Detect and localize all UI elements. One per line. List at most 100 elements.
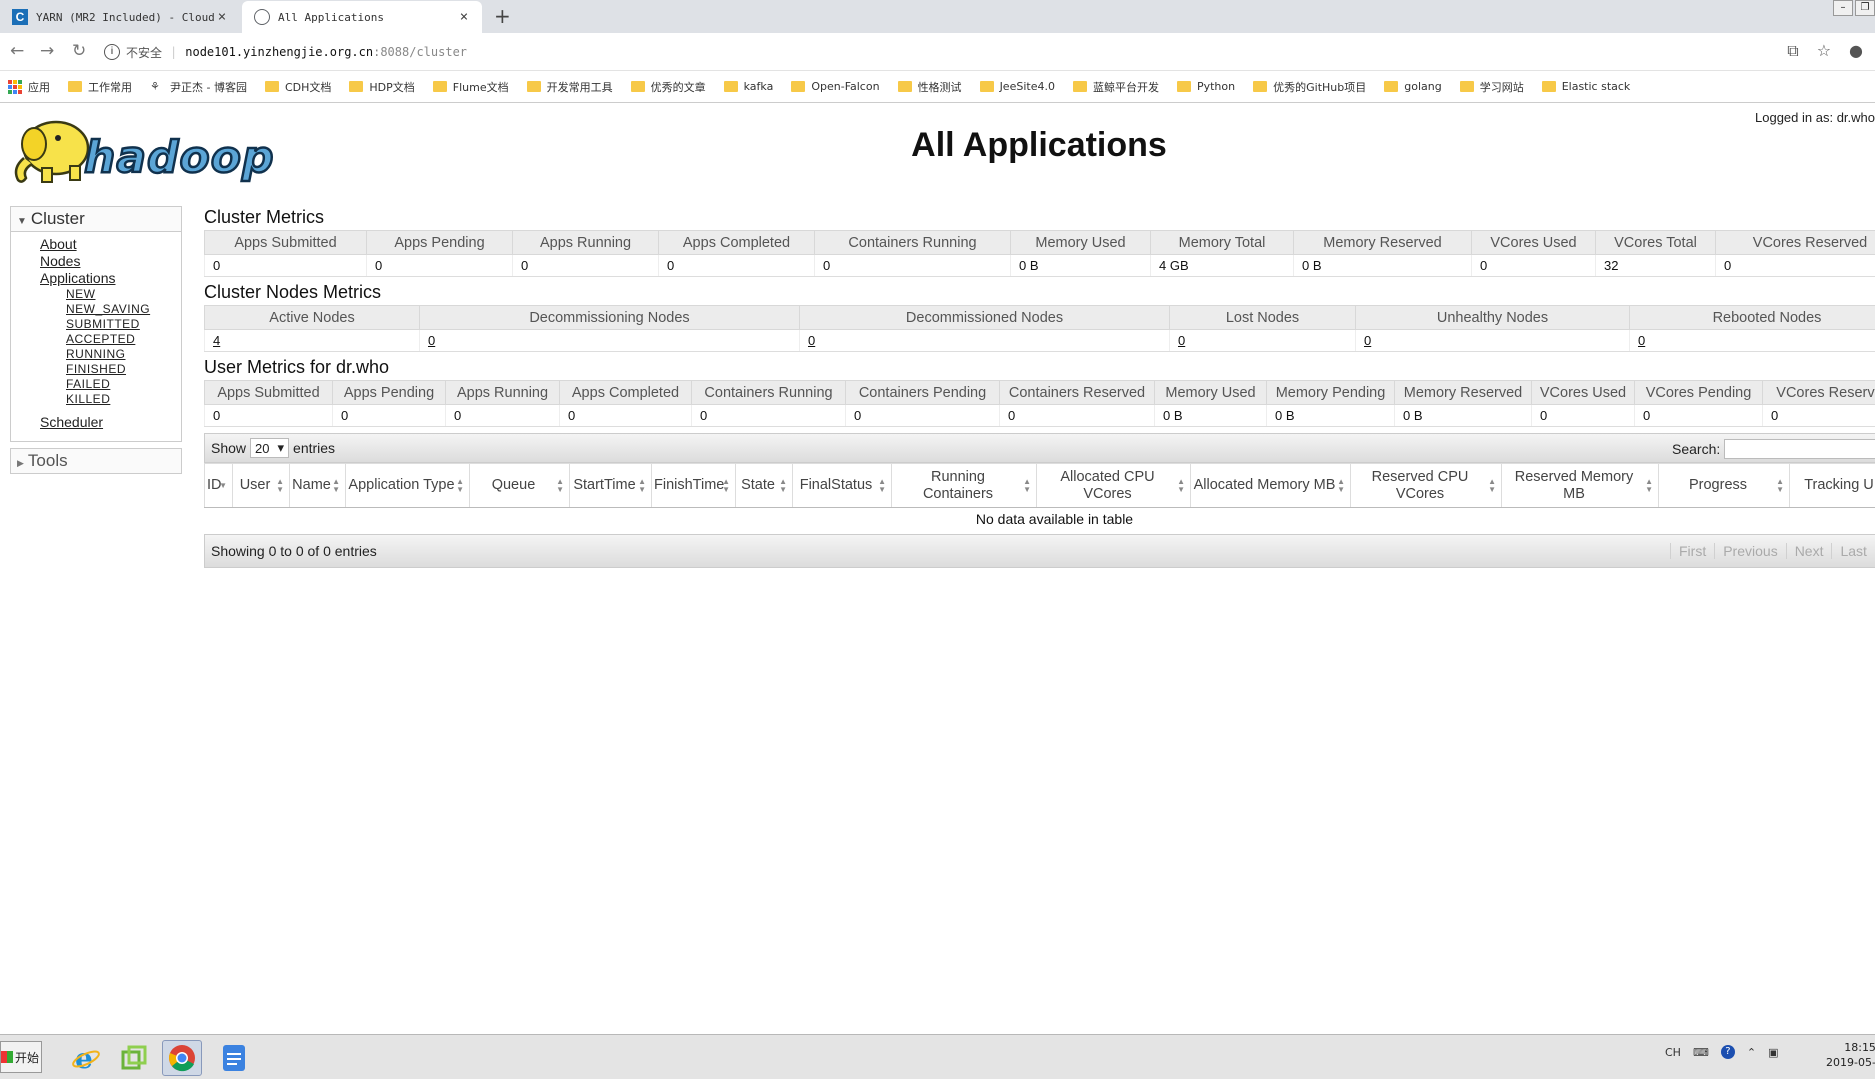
column-header-allocated-memory-mb[interactable]: Allocated Memory MB ▲ ▼ (1190, 463, 1351, 508)
metrics-header-cell: Memory Pending (1266, 380, 1395, 405)
bookmark-item[interactable]: 蓝鲸平台开发 (1072, 79, 1159, 95)
tools-nav-header[interactable]: ▶ Tools (10, 448, 182, 474)
bookmark-star-icon[interactable]: ☆ (1817, 41, 1831, 61)
restore-button[interactable]: ❐ (1855, 0, 1875, 16)
pager-first-button[interactable]: First (1670, 542, 1714, 559)
bookmark-item[interactable]: 应用 (8, 79, 50, 95)
column-header-running-containers[interactable]: Running Containers ▲ ▼ (891, 463, 1037, 508)
info-icon[interactable]: i (104, 44, 120, 60)
clock[interactable]: 18:15 2019-05- (1826, 1040, 1875, 1070)
sidebar-link-about[interactable]: About (40, 236, 181, 253)
metrics-header-row: Apps Submitted Apps Pending Apps Running Ap… (204, 230, 1875, 255)
bookmark-item[interactable]: CDH文档 (264, 79, 331, 95)
column-header-progress[interactable]: Progress ▲ ▼ (1658, 463, 1790, 508)
page-size-select[interactable]: 20 ▾ (250, 438, 290, 458)
column-header-finalstatus[interactable]: FinalStatus ▲ ▼ (792, 463, 892, 508)
column-header-allocated-cpu-vcores[interactable]: Allocated CPU VCores ▲ ▼ (1036, 463, 1191, 508)
sort-arrows-icon: ▲ ▼ (1776, 476, 1784, 494)
forward-arrow-icon[interactable]: → (40, 41, 54, 61)
start-button[interactable]: 开始 (0, 1041, 42, 1073)
pager-next-button[interactable]: Next (1785, 542, 1832, 559)
close-tab-icon[interactable]: × (214, 9, 230, 25)
keyboard-icon[interactable]: ⌨ (1693, 1046, 1709, 1059)
sidebar-link-scheduler[interactable]: Scheduler (40, 414, 181, 431)
bookmark-item[interactable]: golang (1384, 80, 1442, 93)
expand-tray-icon[interactable]: ⌃ (1747, 1046, 1756, 1059)
translate-icon[interactable]: ⧉ (1787, 41, 1798, 61)
column-header-starttime[interactable]: StartTime ▲ ▼ (569, 463, 652, 508)
sidebar-link-state-failed[interactable]: FAILED (66, 377, 181, 392)
bookmark-item[interactable]: JeeSite4.0 (979, 80, 1055, 93)
search-input[interactable] (1724, 439, 1875, 459)
reload-icon[interactable]: ↻ (72, 41, 86, 61)
minimize-button[interactable]: – (1833, 0, 1853, 16)
profile-icon[interactable]: ● (1849, 41, 1863, 61)
help-icon[interactable]: ? (1720, 1045, 1735, 1059)
network-icon[interactable]: ▣ (1768, 1046, 1778, 1059)
metrics-value-cell: 4 GB (1150, 254, 1294, 277)
bookmark-item[interactable]: 优秀的GitHub项目 (1253, 79, 1366, 95)
close-tab-icon[interactable]: × (456, 9, 472, 25)
bookmark-item[interactable]: kafka (723, 80, 773, 93)
chrome-taskbar-button[interactable] (162, 1040, 202, 1076)
bookmark-item[interactable]: 性格测试 (897, 79, 962, 95)
bookmark-item[interactable]: Elastic stack (1541, 80, 1630, 93)
metrics-header-cell: Apps Pending (332, 380, 446, 405)
sidebar-link-state-running[interactable]: RUNNING (66, 347, 181, 362)
bookmark-label: Open-Falcon (811, 80, 880, 93)
news-taskbar-button[interactable] (214, 1040, 254, 1076)
sidebar-link-state-accepted[interactable]: ACCEPTED (66, 332, 181, 347)
metrics-header-cell: VCores Reserved (1762, 380, 1875, 405)
column-header-tracking-ui[interactable]: Tracking UI▲▼ (1789, 463, 1875, 508)
pager-previous-button[interactable]: Previous (1714, 542, 1785, 559)
tab-title: YARN (MR2 Included) - Clouder (36, 10, 214, 24)
address-bar[interactable]: i 不安全 | node101.yinzhengjie.org.cn :8088… (104, 38, 1824, 66)
metrics-value-link[interactable]: 4 (213, 333, 220, 348)
metrics-value-link[interactable]: 0 (428, 333, 435, 348)
sidebar-link-applications[interactable]: Applications (40, 270, 181, 287)
sidebar-link-state-killed[interactable]: KILLED (66, 392, 181, 407)
back-arrow-icon[interactable]: ← (10, 41, 24, 61)
sidebar-link-state-new[interactable]: NEW (66, 287, 181, 302)
site-icon: ⚘ (150, 79, 160, 93)
column-header-reserved-memory-mb[interactable]: Reserved Memory MB ▲ ▼ (1501, 463, 1659, 508)
column-header-name[interactable]: Name ▲ ▼ (289, 463, 346, 508)
bookmark-item[interactable]: 工作常用 (68, 79, 132, 95)
column-header-id[interactable]: ID ▼ (204, 463, 233, 508)
pager-last-button[interactable]: Last (1831, 542, 1874, 559)
bookmark-item[interactable]: 开发常用工具 (526, 79, 613, 95)
bookmark-item[interactable]: HDP文档 (349, 79, 415, 95)
metrics-value-link[interactable]: 0 (1364, 333, 1371, 348)
metrics-header-cell: Decommissioned Nodes (799, 305, 1170, 330)
metrics-value-link[interactable]: 0 (1178, 333, 1185, 348)
cluster-nav-header[interactable]: ▼ Cluster (11, 207, 181, 232)
bookmark-item[interactable]: Open-Falcon (791, 80, 880, 93)
bookmark-item[interactable]: Python (1176, 80, 1235, 93)
column-header-application-type[interactable]: Application Type ▲ ▼ (345, 463, 470, 508)
sidebar-link-state-submitted[interactable]: SUBMITTED (66, 317, 181, 332)
new-tab-button[interactable]: + (494, 4, 511, 28)
column-header-user[interactable]: User ▲ ▼ (232, 463, 290, 508)
clock-time: 18:15 (1844, 1041, 1875, 1054)
metrics-value-link[interactable]: 0 (808, 333, 815, 348)
sidebar-link-nodes[interactable]: Nodes (40, 253, 181, 270)
folder-icon (630, 81, 645, 92)
metrics-value-link[interactable]: 0 (1638, 333, 1645, 348)
ie-taskbar-button[interactable]: e (66, 1040, 106, 1076)
bookmark-item[interactable]: 学习网站 (1459, 79, 1524, 95)
folder-icon (979, 81, 994, 92)
column-header-reserved-cpu-vcores[interactable]: Reserved CPU VCores ▲ ▼ (1350, 463, 1502, 508)
tab-all-applications[interactable]: All Applications × (242, 1, 482, 33)
column-header-finishtime[interactable]: FinishTime ▲ ▼ (651, 463, 736, 508)
bookmark-item[interactable]: ⚘ 尹正杰 - 博客园 (150, 79, 247, 95)
language-indicator[interactable]: CH (1665, 1046, 1681, 1059)
tab-yarn[interactable]: C YARN (MR2 Included) - Clouder × (0, 1, 240, 33)
sidebar-link-state-finished[interactable]: FINISHED (66, 362, 181, 377)
column-header-state[interactable]: State ▲ ▼ (735, 463, 793, 508)
vsphere-taskbar-button[interactable] (114, 1040, 154, 1076)
column-header-queue[interactable]: Queue ▲ ▼ (469, 463, 570, 508)
bookmark-item[interactable]: Flume文档 (432, 79, 509, 95)
bookmark-item[interactable]: 优秀的文章 (630, 79, 706, 95)
sidebar-link-state-new-saving[interactable]: NEW_SAVING (66, 302, 181, 317)
metrics-value-cell: 0 (1355, 329, 1630, 352)
